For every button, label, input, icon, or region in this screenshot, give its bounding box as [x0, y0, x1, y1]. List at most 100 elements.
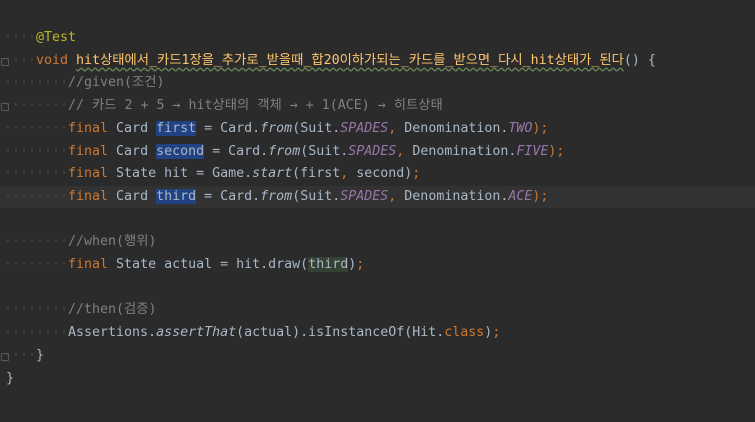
code-line[interactable]: ···· @Test	[0, 27, 755, 49]
code-token: Card	[116, 143, 157, 159]
code-token: class	[444, 325, 485, 341]
code-content: void hit상태에서_카드1장을_추가로_받을때_합20이하가되는_카드를_…	[36, 50, 656, 72]
code-token: ;	[492, 325, 501, 341]
fold-marker-icon[interactable]	[1, 352, 9, 361]
code-line[interactable]: ········//then(검증)	[0, 299, 755, 321]
code-token: hit상태에서_카드1장을_추가로_받을때_합20이하가되는_카드를_받으면_다…	[76, 52, 624, 68]
code-line[interactable]: ········ Assertions.assertThat(actual).is…	[0, 322, 755, 344]
code-token: ACE	[508, 188, 533, 204]
code-line[interactable]: ········ final State actual = hit.draw(th…	[0, 254, 755, 276]
code-token: from	[260, 188, 293, 204]
indent-guide: ········	[4, 325, 69, 341]
code-content: //then(검증)	[68, 299, 157, 321]
code-token: SPADES	[340, 120, 389, 136]
code-content: //when(행위)	[68, 231, 157, 253]
code-content: Assertions.assertThat(actual).isInstance…	[68, 322, 500, 344]
code-token: }	[36, 347, 45, 363]
code-token: final	[68, 120, 117, 136]
indent-guide: ········	[4, 234, 69, 250]
code-token: Assertions.	[68, 325, 157, 341]
code-token: final	[68, 166, 117, 182]
code-content: final State actual = hit.draw(third);	[68, 254, 364, 276]
code-token: Denomination.	[404, 120, 509, 136]
code-token: (Suit.	[292, 120, 341, 136]
code-token: void	[36, 52, 77, 68]
code-content: }	[6, 368, 14, 390]
code-line[interactable]: ········//when(행위)	[0, 231, 755, 253]
code-token: );	[532, 120, 549, 136]
code-content: final Card second = Card.from(Suit.SPADE…	[68, 141, 564, 163]
code-token: ,	[340, 166, 357, 182]
indent-guide: ········	[4, 143, 69, 159]
code-token: Card	[116, 120, 157, 136]
code-line[interactable]: ········ final Card first = Card.from(Sui…	[0, 118, 755, 140]
code-token: = Card.	[196, 188, 261, 204]
code-content: final State hit = Game.start(first, seco…	[68, 163, 420, 185]
code-line[interactable]	[0, 209, 755, 231]
code-editor[interactable]: ···· @Test ···· void hit상태에서_카드1장을_추가로_받을때_…	[0, 0, 755, 422]
code-token: SPADES	[348, 143, 397, 159]
code-content: @Test	[36, 27, 76, 49]
code-token: second	[156, 143, 205, 159]
code-token: ,	[388, 120, 405, 136]
code-token: TWO	[508, 120, 533, 136]
fold-marker-icon[interactable]	[1, 103, 9, 112]
code-token: SPADES	[340, 188, 389, 204]
code-line[interactable]: ···· void hit상태에서_카드1장을_추가로_받을때_합20이하가되는_…	[0, 50, 755, 72]
code-token: = Card.	[196, 120, 261, 136]
code-token: ,	[396, 143, 413, 159]
code-token: State hit = Game.	[116, 166, 253, 182]
code-token: third	[308, 257, 349, 272]
code-line[interactable]: ········ final Card third = Card.from(Sui…	[0, 185, 755, 208]
indent-guide: ········	[4, 98, 69, 114]
code-line[interactable]: ········// 카드 2 + 5 → hit상태의 객체 → + 1(AC…	[0, 95, 755, 117]
code-token: second)	[356, 166, 413, 182]
code-content: // 카드 2 + 5 → hit상태의 객체 → + 1(ACE) → 히트상…	[68, 95, 443, 117]
code-token: ,	[388, 188, 405, 204]
code-token: (actual).isInstanceOf(Hit.	[236, 325, 445, 341]
code-token: final	[68, 257, 117, 272]
code-token: () {	[623, 52, 656, 68]
code-token: }	[6, 370, 15, 386]
code-content: final Card third = Card.from(Suit.SPADES…	[68, 186, 548, 208]
code-token: ;	[412, 166, 421, 182]
code-token: from	[268, 143, 301, 159]
code-token: ;	[356, 257, 365, 272]
indent-guide: ········	[4, 257, 69, 272]
code-token: (Suit.	[300, 143, 349, 159]
code-token: (first	[292, 166, 341, 182]
code-line[interactable]: ····}	[0, 345, 755, 367]
code-token: @Test	[36, 30, 77, 45]
code-content: //given(조건)	[68, 72, 165, 94]
code-line[interactable]	[0, 277, 755, 299]
code-token: //given(조건)	[68, 75, 165, 91]
indent-guide: ········	[4, 166, 69, 182]
code-token: FIVE	[516, 143, 549, 159]
code-token: final	[68, 143, 117, 159]
code-token: // 카드 2 + 5 → hit상태의 객체 → + 1(ACE) → 히트상…	[68, 98, 443, 114]
code-line[interactable]: ········ final State hit = Game.start(fir…	[0, 163, 755, 185]
code-token: Denomination.	[412, 143, 517, 159]
code-token: first	[156, 120, 197, 136]
code-line[interactable]: ········ final Card second = Card.from(Su…	[0, 141, 755, 163]
fold-marker-icon[interactable]	[1, 57, 9, 66]
indent-guide: ········	[4, 120, 69, 136]
code-token: (Suit.	[292, 188, 341, 204]
code-token: Denomination.	[404, 188, 509, 204]
code-token: from	[260, 120, 293, 136]
code-token: = Card.	[204, 143, 269, 159]
indent-guide: ········	[4, 75, 69, 91]
indent-guide: ········	[4, 188, 69, 204]
code-token: //when(행위)	[68, 234, 157, 250]
code-line[interactable]: }	[0, 368, 755, 390]
indent-guide: ····	[4, 30, 37, 45]
code-content: }	[36, 345, 44, 367]
code-token: third	[156, 188, 197, 204]
code-token: //then(검증)	[68, 302, 157, 318]
code-token: assertThat	[156, 325, 237, 341]
code-token: );	[548, 143, 565, 159]
code-token: );	[532, 188, 549, 204]
code-line[interactable]: ········//given(조건)	[0, 72, 755, 94]
code-token: final	[68, 188, 117, 204]
code-token: start	[252, 166, 293, 182]
